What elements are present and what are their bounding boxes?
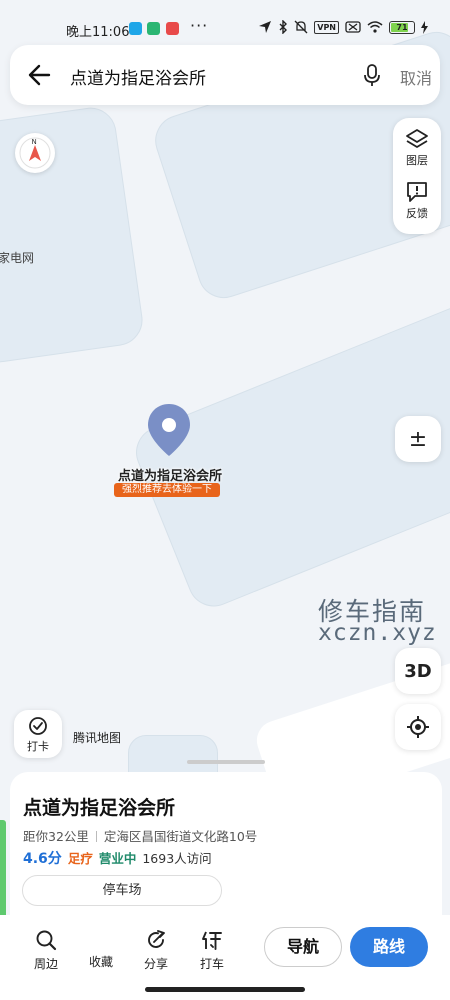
- zoom-label: ±: [408, 426, 428, 452]
- svg-text:N: N: [32, 138, 37, 146]
- status-bar: 晚上11:06 ··· VPN 71: [0, 16, 450, 42]
- locate-icon: [407, 716, 429, 738]
- nearby-button[interactable]: 周边: [26, 929, 66, 972]
- feedback-label: 反馈: [406, 207, 428, 220]
- poi-rating: 4.6分: [23, 851, 62, 867]
- map-brand-label: 腾讯地图: [73, 731, 122, 745]
- checkin-button[interactable]: 打卡: [14, 710, 62, 758]
- poi-meta-line: 4.6分 足疗 营业中 1693人访问: [23, 848, 212, 868]
- back-arrow-icon[interactable]: [24, 61, 52, 89]
- layers-icon: [406, 129, 428, 148]
- poi-open-status: 营业中: [98, 851, 137, 866]
- no-sim-icon: [345, 21, 361, 33]
- location-pin-icon[interactable]: [146, 402, 192, 458]
- app-notification-icon: [166, 22, 179, 35]
- layers-button[interactable]: 图层: [393, 128, 441, 168]
- favorite-button[interactable]: 收藏: [81, 953, 121, 970]
- parking-chip[interactable]: 停车场: [22, 875, 222, 906]
- share-button[interactable]: 分享: [136, 929, 176, 972]
- zoom-button[interactable]: ±: [395, 416, 441, 462]
- bluetooth-icon: [279, 20, 288, 34]
- vpn-icon: VPN: [314, 20, 339, 34]
- checkin-label: 打卡: [27, 740, 49, 753]
- taxi-button[interactable]: 打车: [192, 929, 232, 972]
- poi-address-line: 距你32公里 定海区昌国街道文化路10号: [23, 826, 257, 845]
- map-place-label[interactable]: 家电网: [0, 249, 34, 266]
- watermark-url: xczn.xyz: [318, 620, 437, 646]
- cancel-button[interactable]: 取消: [400, 65, 432, 89]
- search-input[interactable]: 点道为指足浴会所: [70, 64, 206, 89]
- poi-visits: 1693人访问: [142, 851, 212, 866]
- navigate-button[interactable]: 导航: [264, 927, 342, 967]
- mute-bell-icon: [294, 20, 308, 34]
- app-notification-icon: [147, 22, 160, 35]
- map-tools-panel: 图层 反馈: [393, 118, 441, 234]
- compass-button[interactable]: N: [15, 133, 55, 173]
- wifi-icon: [367, 21, 383, 33]
- nearby-label: 周边: [33, 957, 58, 971]
- poi-tag-badge: 强烈推荐去体验一下: [114, 483, 220, 497]
- battery-icon: 71: [389, 20, 415, 34]
- route-button[interactable]: 路线: [350, 927, 428, 967]
- search-icon: [36, 930, 57, 951]
- compass-icon: N: [19, 137, 51, 169]
- poi-address: 定海区昌国街道文化路10号: [103, 829, 258, 844]
- search-bar: 点道为指足浴会所 取消: [10, 45, 440, 105]
- poi-detail-card[interactable]: 点道为指足浴会所 距你32公里 定海区昌国街道文化路10号 4.6分 足疗 营业中 16…: [10, 772, 442, 922]
- taxi-icon: [202, 931, 222, 950]
- app-notification-icon: [129, 22, 142, 35]
- feedback-button[interactable]: 反馈: [393, 181, 441, 221]
- poi-title: 点道为指足浴会所: [23, 797, 176, 819]
- map-route-edge: [0, 820, 6, 920]
- share-icon: [148, 930, 165, 948]
- checkin-icon: [29, 717, 47, 735]
- view-3d-button[interactable]: 3D: [395, 648, 441, 694]
- locate-me-button[interactable]: [395, 704, 441, 750]
- charging-icon: [421, 20, 428, 34]
- poi-name-label[interactable]: 点道为指足浴会所: [100, 465, 240, 484]
- layers-label: 图层: [406, 154, 428, 167]
- favorite-label: 收藏: [88, 955, 113, 969]
- feedback-icon: [407, 182, 427, 202]
- share-label: 分享: [143, 957, 168, 971]
- status-time: 晚上11:06: [66, 25, 130, 40]
- poi-distance: 距你32公里: [23, 829, 89, 844]
- location-arrow-icon: [259, 21, 272, 33]
- view-3d-label: 3D: [404, 660, 432, 682]
- taxi-label: 打车: [199, 957, 224, 971]
- divider: [95, 831, 97, 842]
- home-indicator[interactable]: [145, 987, 305, 992]
- more-notifications-icon: ···: [190, 16, 209, 35]
- sheet-drag-handle[interactable]: [187, 760, 265, 764]
- microphone-icon[interactable]: [362, 63, 382, 87]
- poi-category: 足疗: [67, 851, 93, 866]
